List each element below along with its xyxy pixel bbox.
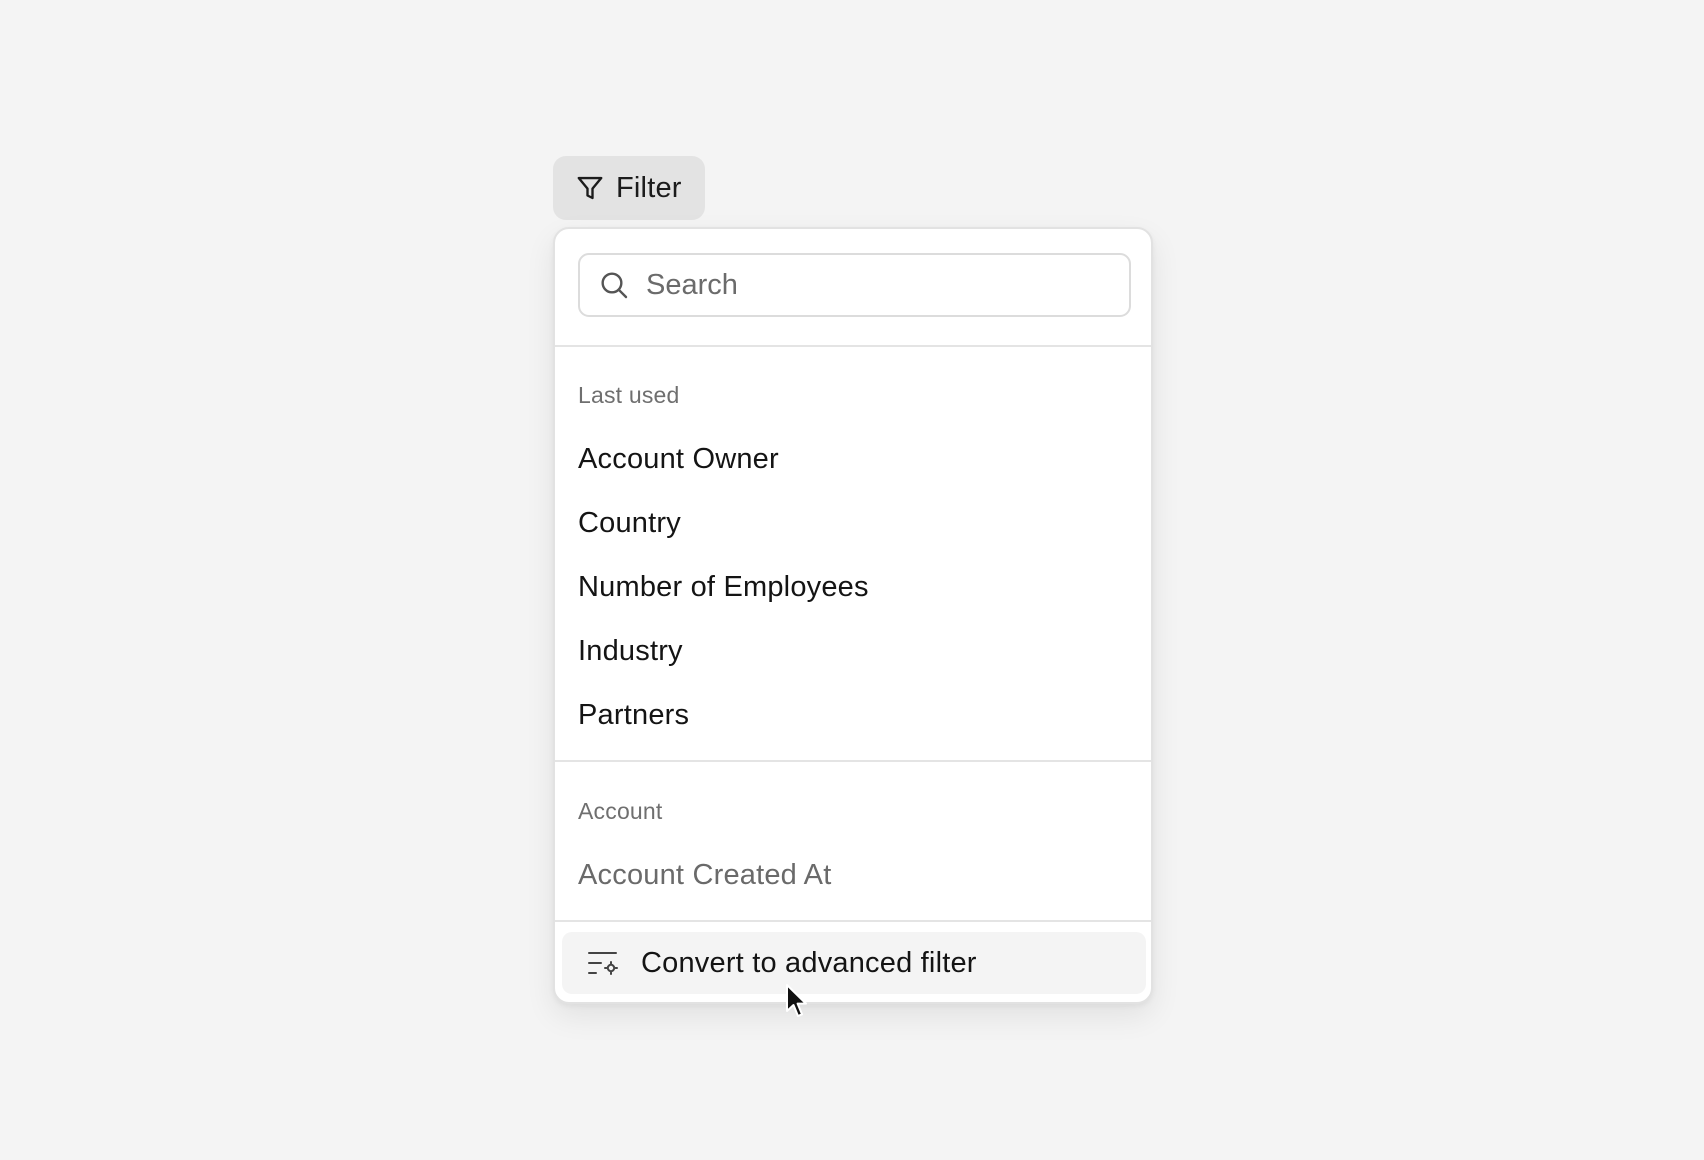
menu-item-partners[interactable]: Partners — [578, 697, 689, 733]
funnel-icon — [575, 173, 605, 203]
menu-item-country[interactable]: Country — [578, 505, 681, 541]
search-box[interactable] — [578, 253, 1131, 317]
section-label-account: Account — [578, 798, 663, 824]
menu-item-account-created-at[interactable]: Account Created At — [578, 857, 831, 893]
convert-to-advanced-filter-label: Convert to advanced filter — [641, 946, 977, 979]
menu-item-account-owner[interactable]: Account Owner — [578, 441, 779, 477]
convert-to-advanced-filter-button[interactable]: Convert to advanced filter — [562, 932, 1146, 994]
divider — [555, 760, 1151, 762]
menu-item-industry[interactable]: Industry — [578, 633, 683, 669]
divider — [555, 345, 1151, 347]
menu-item-number-of-employees[interactable]: Number of Employees — [578, 569, 869, 605]
search-icon — [598, 269, 630, 301]
divider — [555, 920, 1151, 922]
search-input[interactable] — [646, 268, 1106, 302]
filter-dropdown: Last used Account Owner Country Number o… — [553, 227, 1153, 1004]
filter-button[interactable]: Filter — [553, 156, 705, 220]
filter-button-label: Filter — [616, 171, 682, 204]
filter-settings-icon — [587, 949, 619, 977]
section-label-last-used: Last used — [578, 382, 680, 408]
